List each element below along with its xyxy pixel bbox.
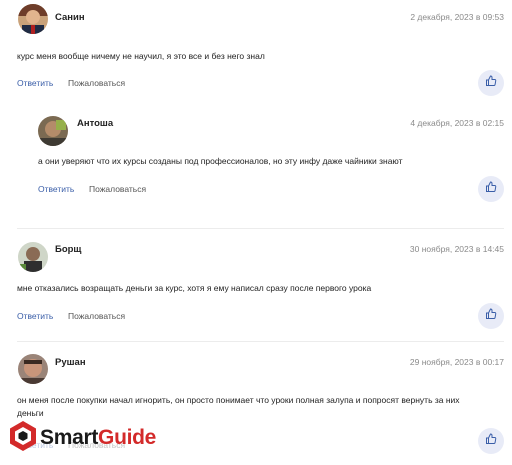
avatar[interactable] [18, 354, 48, 384]
comment-author[interactable]: Антоша [77, 118, 113, 129]
report-link[interactable]: Пожаловаться [68, 311, 125, 321]
reply-link[interactable]: Ответить [17, 311, 53, 321]
smartguide-logo-icon [8, 420, 38, 457]
like-button[interactable] [478, 70, 504, 96]
avatar[interactable] [38, 116, 68, 146]
report-link[interactable]: Пожаловаться [89, 184, 146, 194]
logo-smart: Smart [40, 426, 99, 449]
comment-date: 29 ноября, 2023 в 00:17 [409, 357, 504, 367]
divider [17, 228, 504, 229]
thumbs-up-icon [485, 74, 497, 92]
comment-date: 30 ноября, 2023 в 14:45 [409, 244, 504, 254]
like-button[interactable] [478, 303, 504, 329]
report-link[interactable]: Пожаловаться [68, 78, 125, 88]
comment-text: курс меня вообще ничему не научил, я это… [17, 51, 265, 61]
reply-link[interactable]: Ответить [17, 78, 53, 88]
comment-date: 4 декабря, 2023 в 02:15 [410, 118, 504, 128]
smartguide-wordmark: SmartGuide [40, 426, 156, 450]
comment-text: он меня после покупки начал игнорить, он… [17, 395, 460, 418]
thumbs-up-icon [485, 180, 497, 198]
like-button[interactable] [478, 176, 504, 202]
comment-text: мне отказались возращать деньги за курс,… [17, 283, 372, 293]
thumbs-up-icon [485, 432, 497, 450]
comment-date: 2 декабря, 2023 в 09:53 [410, 12, 504, 22]
logo-guide: Guide [98, 426, 157, 449]
smartguide-logo: SmartGuide [8, 420, 156, 456]
avatar[interactable] [18, 242, 48, 272]
like-button[interactable] [478, 428, 504, 454]
comment-text: а они уверяют что их курсы созданы под п… [38, 156, 403, 166]
comment-author[interactable]: Борщ [55, 244, 81, 255]
comment-author[interactable]: Санин [55, 12, 85, 23]
divider [17, 341, 504, 342]
comment-author[interactable]: Рушан [55, 357, 86, 368]
reply-link[interactable]: Ответить [38, 184, 74, 194]
thumbs-up-icon [485, 307, 497, 325]
avatar[interactable] [18, 4, 48, 34]
